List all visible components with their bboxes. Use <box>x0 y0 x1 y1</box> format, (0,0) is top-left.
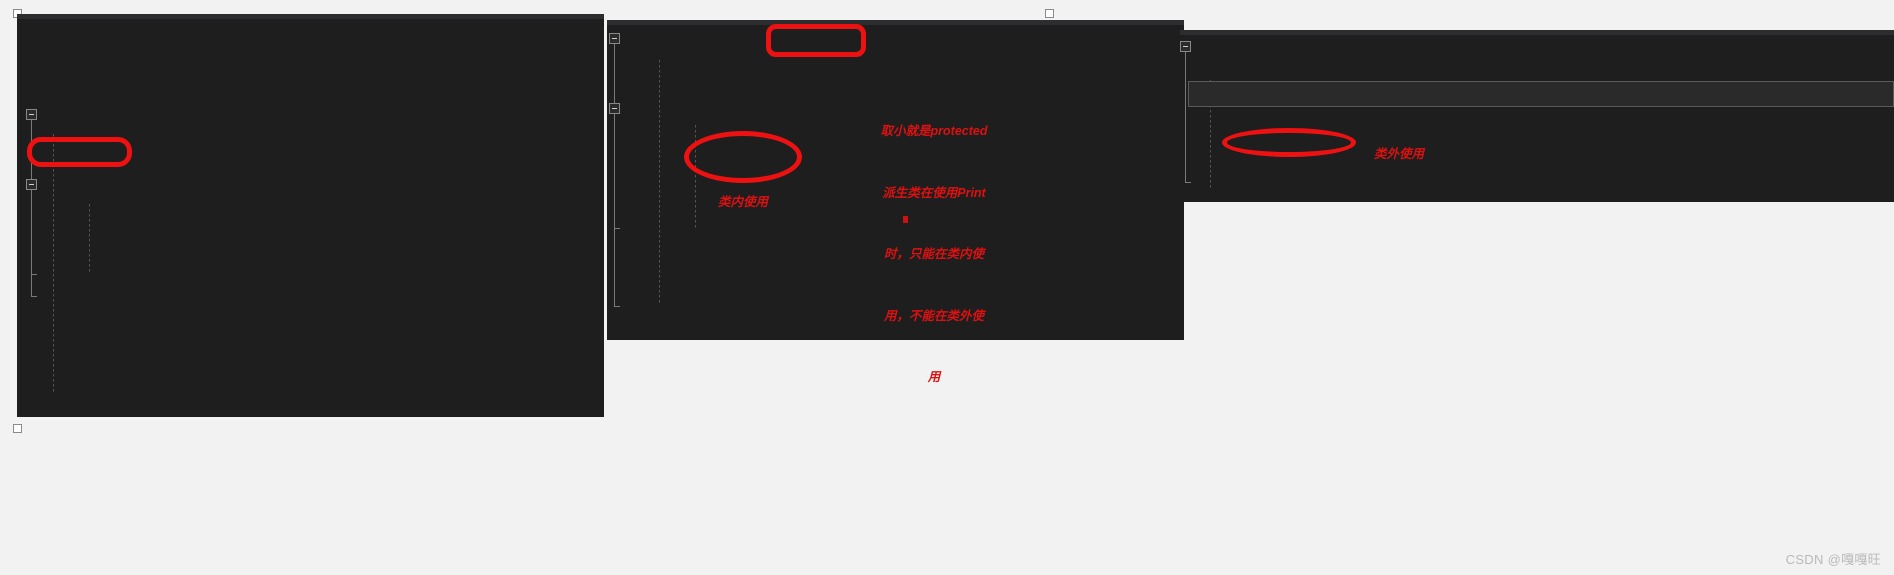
selection-handle-bottom-left[interactable] <box>13 424 22 433</box>
annotation-note-line: 时，只能在类内使 <box>883 247 984 261</box>
fold-toggle-main[interactable] <box>1180 41 1191 52</box>
fold-toggle-func-method[interactable] <box>609 103 620 114</box>
annotation-note-line: 用 <box>927 370 941 384</box>
main-function-code-panel[interactable]: int main() { Student t; t.func(); //t.Pr… <box>1180 30 1894 202</box>
annotation-note-block: 取小就是protected 派生类在使用Print 时，只能在类内使 用，不能在… <box>859 80 1009 429</box>
annotation-note-line: 用，不能在类外使 <box>883 308 984 323</box>
fold-toggle-class-person[interactable] <box>26 109 37 120</box>
panel-top-edge <box>607 20 1184 25</box>
fold-guide-main <box>1185 52 1186 182</box>
panel-top-edge <box>17 14 604 19</box>
annotation-dot-mark <box>903 216 908 223</box>
fold-guide-print-end <box>31 274 37 275</box>
fold-guide-func <box>614 114 615 228</box>
annotation-note-line: 取小就是protected <box>880 124 988 138</box>
fold-guide-main-end <box>1185 182 1191 183</box>
screenshot-stage: #include<iostream> using namespace std; … <box>0 0 1894 575</box>
person-class-code-panel[interactable]: #include<iostream> using namespace std; … <box>17 14 604 417</box>
current-line-highlight <box>1188 81 1894 107</box>
indent-guide-1 <box>53 134 54 394</box>
fold-toggle-class-student[interactable] <box>609 33 620 44</box>
csdn-watermark: CSDN @嘎嘎旺 <box>1785 552 1881 567</box>
fold-guide-person-end <box>31 296 37 297</box>
selection-handle-top[interactable] <box>1045 9 1054 18</box>
panel-top-edge <box>1180 30 1894 35</box>
indent-guide-2 <box>695 125 696 230</box>
annotation-note-line: 派生类在使用Print <box>882 185 986 200</box>
fold-guide-print <box>31 190 32 274</box>
fold-toggle-print-method[interactable] <box>26 179 37 190</box>
fold-guide-func-end <box>614 228 620 229</box>
annotation-note-outside-class: 类外使用 <box>1373 147 1424 161</box>
fold-guide-student-end <box>614 306 620 307</box>
annotation-note-inside-class: 类内使用 <box>717 195 768 209</box>
indent-guide-2 <box>89 204 90 274</box>
indent-guide-1 <box>659 60 660 305</box>
